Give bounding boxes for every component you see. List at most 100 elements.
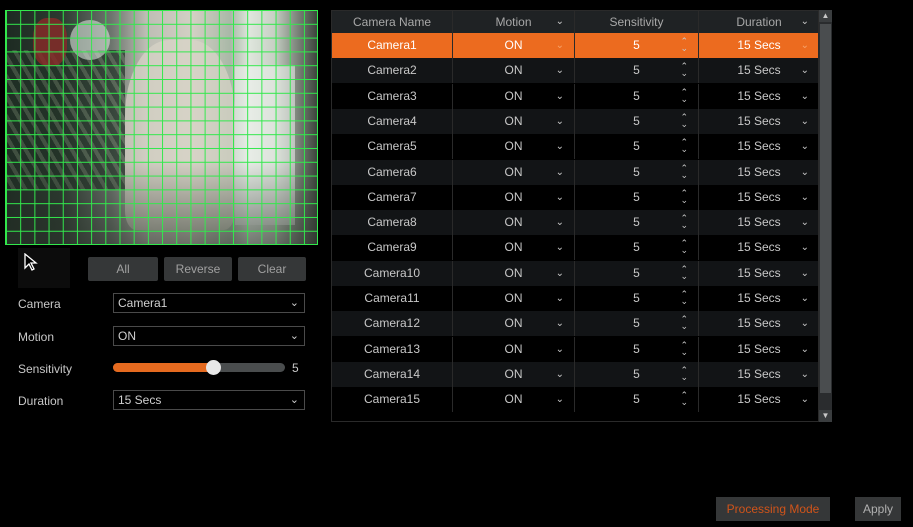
motion-cell[interactable]: ON ⌄ — [453, 159, 575, 185]
duration-cell[interactable]: 15 Secs ⌄ — [699, 235, 818, 260]
spinner-arrows-icon[interactable]: ⌃ ⌄ — [680, 290, 688, 306]
spinner-arrows-icon[interactable]: ⌃ ⌄ — [680, 188, 688, 204]
sensitivity-cell[interactable]: 5 ⌃ ⌄ — [575, 210, 699, 236]
motion-cell[interactable]: ON ⌄ — [453, 286, 575, 311]
chevron-down-icon[interactable]: ⌄ — [801, 185, 809, 210]
motion-select[interactable]: ON ⌄ — [113, 326, 305, 346]
spinner-arrows-icon[interactable]: ⌃ ⌄ — [680, 264, 688, 280]
duration-cell[interactable]: 15 Secs ⌄ — [699, 362, 818, 387]
spinner-arrows-icon[interactable]: ⌃ ⌄ — [680, 391, 688, 407]
duration-select[interactable]: 15 Secs ⌄ — [113, 390, 305, 410]
table-row[interactable]: Camera8 ON ⌄ 5 ⌃ ⌄ 15 Secs ⌄ — [332, 210, 818, 236]
motion-cell[interactable]: ON ⌄ — [453, 58, 575, 84]
chevron-down-icon[interactable]: ⌄ — [556, 362, 564, 387]
chevron-down-icon[interactable]: ⌄ — [556, 387, 564, 412]
table-row[interactable]: Camera6 ON ⌄ 5 ⌃ ⌄ 15 Secs ⌄ — [332, 159, 818, 185]
table-row[interactable]: Camera11 ON ⌄ 5 ⌃ ⌄ 15 Secs ⌄ — [332, 286, 818, 311]
header-duration[interactable]: Duration ⌄ — [699, 11, 818, 33]
sensitivity-cell[interactable]: 5 ⌃ ⌄ — [575, 336, 699, 362]
duration-cell[interactable]: 15 Secs ⌄ — [699, 210, 818, 235]
motion-cell[interactable]: ON ⌄ — [453, 108, 575, 134]
chevron-down-icon[interactable]: ⌄ — [801, 11, 809, 33]
spinner-arrows-icon[interactable]: ⌃ ⌄ — [680, 239, 688, 255]
motion-detection-grid[interactable] — [5, 10, 318, 245]
motion-cell[interactable]: ON ⌄ — [453, 33, 575, 58]
motion-cell[interactable]: ON ⌄ — [453, 311, 575, 337]
camera-preview[interactable] — [5, 10, 318, 245]
sensitivity-cell[interactable]: 5 ⌃ ⌄ — [575, 260, 699, 286]
sensitivity-cell[interactable]: 5 ⌃ ⌄ — [575, 184, 699, 210]
chevron-down-icon[interactable]: ⌄ — [556, 235, 564, 260]
chevron-down-icon[interactable]: ⌄ — [556, 33, 564, 58]
chevron-down-icon[interactable]: ⌄ — [556, 160, 564, 185]
duration-cell[interactable]: 15 Secs ⌄ — [699, 33, 818, 58]
scroll-up-icon[interactable]: ▲ — [819, 10, 832, 22]
chevron-down-icon[interactable]: ⌄ — [556, 109, 564, 134]
duration-cell[interactable]: 15 Secs ⌄ — [699, 286, 818, 311]
camera-select[interactable]: Camera1 ⌄ — [113, 293, 305, 313]
reverse-button[interactable]: Reverse — [164, 257, 232, 281]
spinner-arrows-icon[interactable]: ⌃ ⌄ — [680, 365, 688, 381]
chevron-down-icon[interactable]: ⌄ — [801, 210, 809, 235]
table-row[interactable]: Camera15 ON ⌄ 5 ⌃ ⌄ 15 Secs ⌄ — [332, 387, 818, 413]
chevron-down-icon[interactable]: ⌄ — [801, 33, 809, 58]
duration-cell[interactable]: 15 Secs ⌄ — [699, 337, 818, 362]
chevron-down-icon[interactable]: ⌄ — [801, 286, 809, 311]
chevron-down-icon[interactable]: ⌄ — [556, 210, 564, 235]
sensitivity-slider-thumb[interactable] — [205, 360, 221, 375]
clear-button[interactable]: Clear — [238, 257, 306, 281]
chevron-down-icon[interactable]: ⌄ — [556, 185, 564, 210]
table-row[interactable]: Camera12 ON ⌄ 5 ⌃ ⌄ 15 Secs ⌄ — [332, 311, 818, 337]
sensitivity-cell[interactable]: 5 ⌃ ⌄ — [575, 311, 699, 337]
duration-cell[interactable]: 15 Secs ⌄ — [699, 311, 818, 336]
chevron-down-icon[interactable]: ⌄ — [556, 11, 564, 33]
sensitivity-slider[interactable] — [113, 360, 285, 375]
processing-mode-button[interactable]: Processing Mode — [716, 497, 830, 521]
duration-cell[interactable]: 15 Secs ⌄ — [699, 261, 818, 286]
scrollbar-thumb[interactable] — [820, 24, 831, 393]
duration-cell[interactable]: 15 Secs ⌄ — [699, 134, 818, 159]
sensitivity-cell[interactable]: 5 ⌃ ⌄ — [575, 159, 699, 185]
spinner-arrows-icon[interactable]: ⌃ ⌄ — [680, 87, 688, 103]
header-motion[interactable]: Motion ⌄ — [453, 11, 575, 33]
select-all-button[interactable]: All — [88, 257, 158, 281]
sensitivity-cell[interactable]: 5 ⌃ ⌄ — [575, 33, 699, 58]
motion-cell[interactable]: ON ⌄ — [453, 83, 575, 109]
chevron-down-icon[interactable]: ⌄ — [801, 160, 809, 185]
chevron-down-icon[interactable]: ⌄ — [801, 84, 809, 109]
table-row[interactable]: Camera1 ON ⌄ 5 ⌃ ⌄ 15 Secs ⌄ — [332, 33, 818, 58]
sensitivity-cell[interactable]: 5 ⌃ ⌄ — [575, 286, 699, 311]
scroll-down-icon[interactable]: ▼ — [819, 410, 832, 422]
chevron-down-icon[interactable]: ⌄ — [801, 261, 809, 286]
motion-cell[interactable]: ON ⌄ — [453, 235, 575, 261]
sensitivity-cell[interactable]: 5 ⌃ ⌄ — [575, 134, 699, 160]
spinner-arrows-icon[interactable]: ⌃ ⌄ — [680, 62, 688, 78]
table-row[interactable]: Camera10 ON ⌄ 5 ⌃ ⌄ 15 Secs ⌄ — [332, 260, 818, 286]
table-row[interactable]: Camera13 ON ⌄ 5 ⌃ ⌄ 15 Secs ⌄ — [332, 336, 818, 362]
chevron-down-icon[interactable]: ⌄ — [556, 58, 564, 83]
motion-cell[interactable]: ON ⌄ — [453, 260, 575, 286]
table-row[interactable]: Camera4 ON ⌄ 5 ⌃ ⌄ 15 Secs ⌄ — [332, 108, 818, 134]
chevron-down-icon[interactable]: ⌄ — [801, 362, 809, 387]
table-row[interactable]: Camera7 ON ⌄ 5 ⌃ ⌄ 15 Secs ⌄ — [332, 184, 818, 210]
duration-cell[interactable]: 15 Secs ⌄ — [699, 58, 818, 83]
sensitivity-cell[interactable]: 5 ⌃ ⌄ — [575, 235, 699, 261]
motion-cell[interactable]: ON ⌄ — [453, 184, 575, 210]
motion-cell[interactable]: ON ⌄ — [453, 387, 575, 413]
chevron-down-icon[interactable]: ⌄ — [801, 387, 809, 412]
chevron-down-icon[interactable]: ⌄ — [556, 261, 564, 286]
chevron-down-icon[interactable]: ⌄ — [801, 134, 809, 159]
duration-cell[interactable]: 15 Secs ⌄ — [699, 185, 818, 210]
chevron-down-icon[interactable]: ⌄ — [556, 134, 564, 159]
spinner-arrows-icon[interactable]: ⌃ ⌄ — [680, 37, 688, 53]
table-row[interactable]: Camera2 ON ⌄ 5 ⌃ ⌄ 15 Secs ⌄ — [332, 58, 818, 84]
sensitivity-cell[interactable]: 5 ⌃ ⌄ — [575, 387, 699, 413]
table-row[interactable]: Camera9 ON ⌄ 5 ⌃ ⌄ 15 Secs ⌄ — [332, 235, 818, 261]
motion-cell[interactable]: ON ⌄ — [453, 336, 575, 362]
chevron-down-icon[interactable]: ⌄ — [801, 235, 809, 260]
sensitivity-cell[interactable]: 5 ⌃ ⌄ — [575, 58, 699, 84]
spinner-arrows-icon[interactable]: ⌃ ⌄ — [680, 340, 688, 356]
chevron-down-icon[interactable]: ⌄ — [556, 311, 564, 336]
chevron-down-icon[interactable]: ⌄ — [801, 337, 809, 362]
spinner-arrows-icon[interactable]: ⌃ ⌄ — [680, 112, 688, 128]
